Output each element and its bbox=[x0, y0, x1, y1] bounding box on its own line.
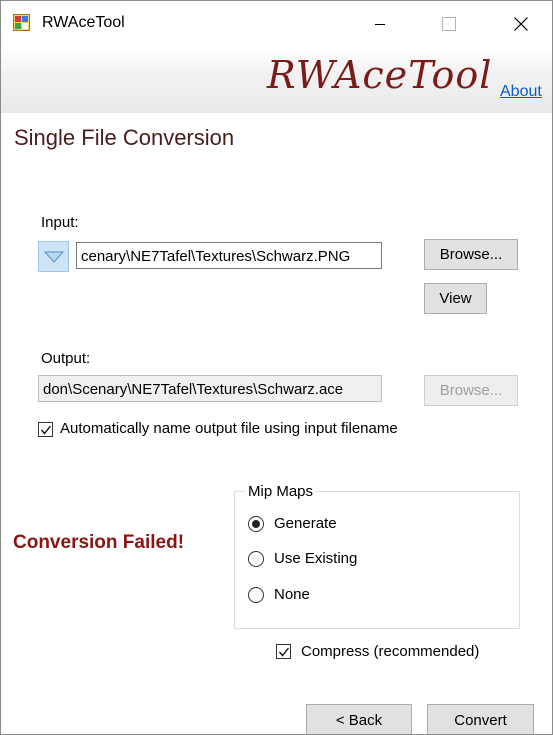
input-label: Input: bbox=[41, 214, 79, 231]
maximize-button[interactable] bbox=[426, 1, 472, 47]
input-path-field[interactable]: cenary\NE7Tafel\Textures\Schwarz.PNG bbox=[76, 242, 382, 269]
minimize-icon bbox=[375, 24, 385, 25]
convert-button[interactable]: Convert bbox=[427, 704, 534, 734]
output-path-field[interactable]: don\Scenary\NE7Tafel\Textures\Schwarz.ac… bbox=[38, 375, 382, 402]
page-title: Single File Conversion bbox=[14, 125, 235, 150]
about-link[interactable]: About bbox=[500, 83, 542, 101]
window-title: RWAceTool bbox=[42, 14, 125, 31]
view-button[interactable]: View bbox=[424, 283, 487, 314]
mipmap-none-radio[interactable] bbox=[248, 587, 264, 603]
chevron-down-icon bbox=[43, 251, 64, 263]
conversion-status-message: Conversion Failed! bbox=[13, 532, 185, 553]
auto-name-label[interactable]: Automatically name output file using inp… bbox=[60, 420, 398, 437]
auto-name-checkbox[interactable] bbox=[38, 422, 53, 437]
title-bar: RWAceTool bbox=[1, 1, 552, 47]
close-icon bbox=[514, 17, 528, 31]
maximize-icon bbox=[442, 17, 456, 31]
mipmaps-group-title: Mip Maps bbox=[245, 483, 317, 500]
output-browse-button[interactable]: Browse... bbox=[424, 375, 518, 406]
mipmap-use-existing-radio[interactable] bbox=[248, 551, 264, 567]
compress-label[interactable]: Compress (recommended) bbox=[301, 643, 479, 660]
mipmap-use-existing-label[interactable]: Use Existing bbox=[274, 550, 357, 567]
app-icon bbox=[13, 14, 30, 31]
close-button[interactable] bbox=[498, 1, 544, 47]
back-button[interactable]: < Back bbox=[306, 704, 412, 734]
app-window: RWAceTool RWAceTool About Single File Co… bbox=[0, 0, 553, 735]
app-logo: RWAceTool bbox=[267, 53, 493, 97]
checkmark-icon bbox=[278, 647, 290, 657]
input-history-dropdown-button[interactable] bbox=[38, 241, 69, 272]
radio-selected-dot bbox=[252, 520, 260, 528]
output-label: Output: bbox=[41, 350, 91, 367]
minimize-button[interactable] bbox=[357, 1, 403, 47]
checkmark-icon bbox=[40, 425, 52, 435]
mipmap-generate-label[interactable]: Generate bbox=[274, 515, 337, 532]
mipmap-none-label[interactable]: None bbox=[274, 586, 310, 603]
input-browse-button[interactable]: Browse... bbox=[424, 239, 518, 270]
mipmap-generate-radio[interactable] bbox=[248, 516, 264, 532]
compress-checkbox[interactable] bbox=[276, 644, 291, 659]
